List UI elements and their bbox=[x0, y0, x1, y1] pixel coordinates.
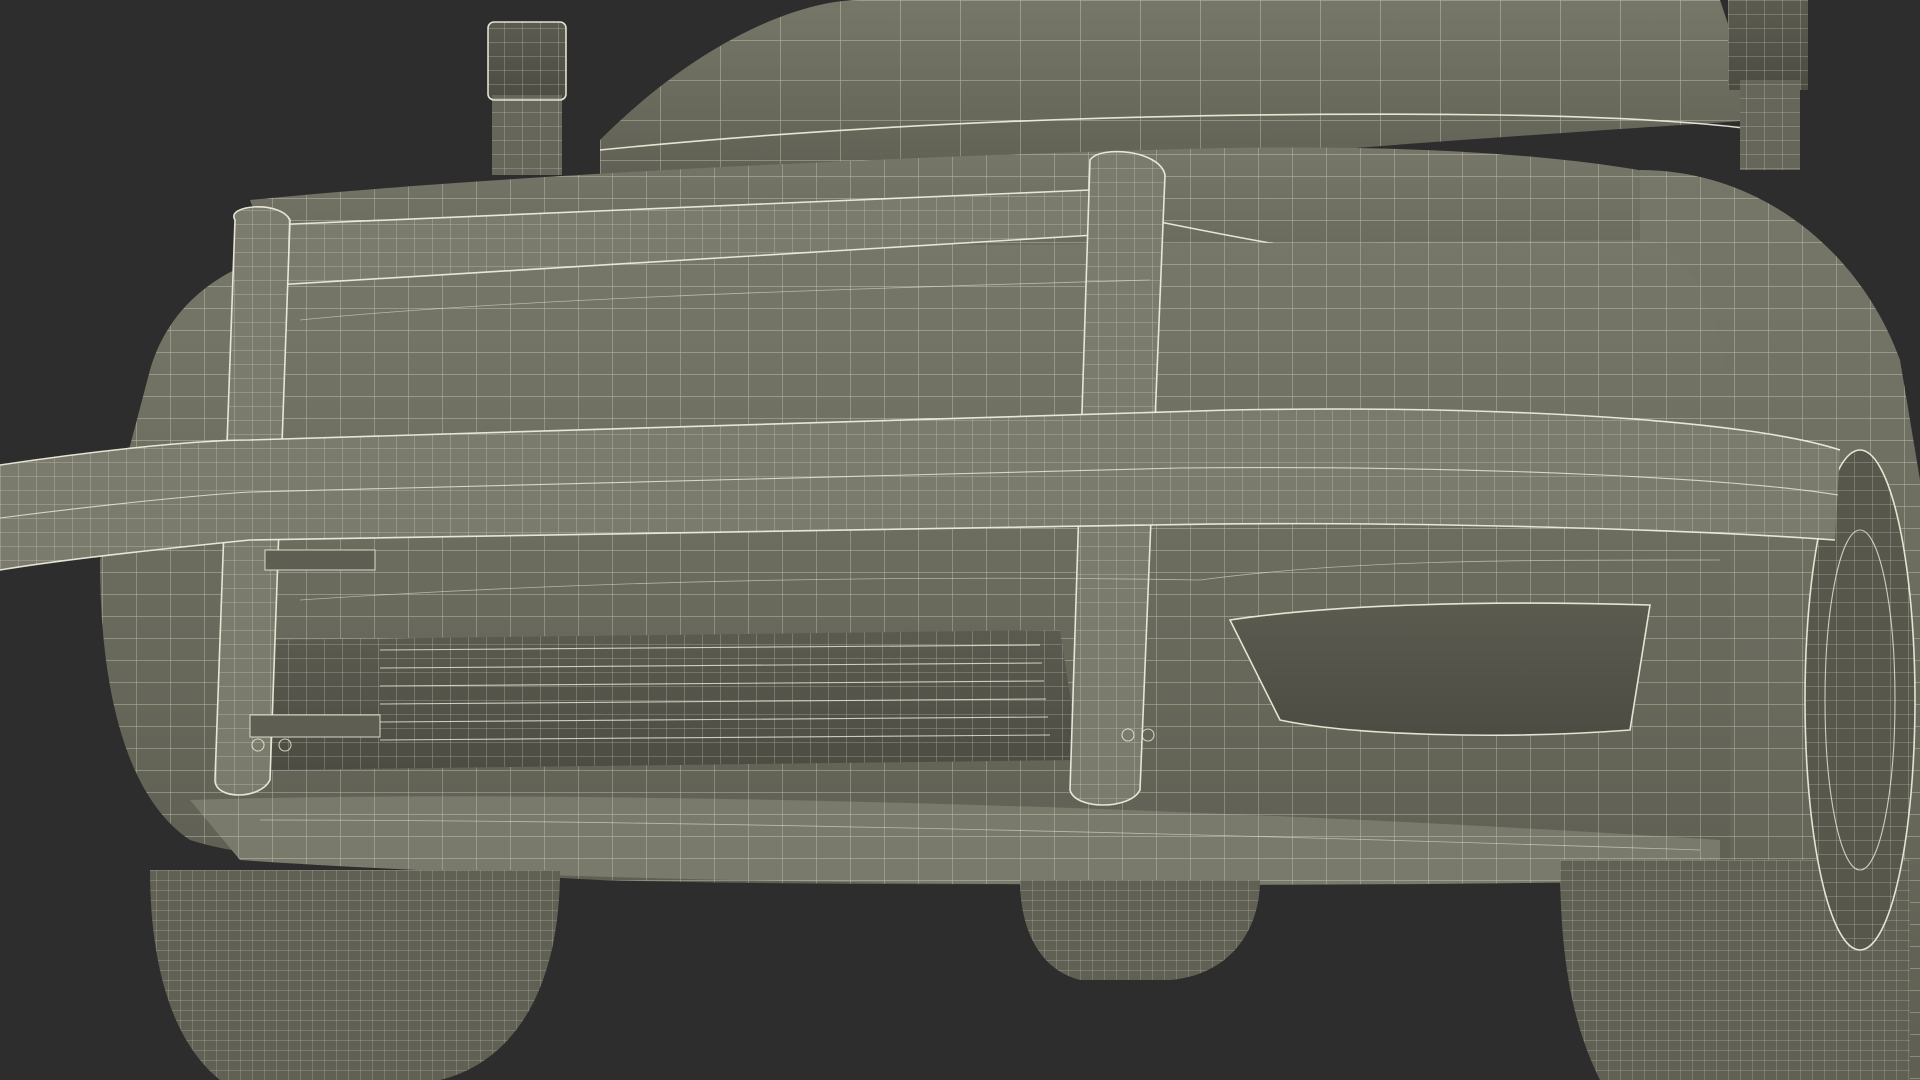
light-bar-left bbox=[487, 21, 567, 175]
wireframe-car-render bbox=[0, 0, 1920, 1080]
light-bar-right bbox=[1728, 0, 1808, 170]
tire-front-left bbox=[150, 870, 560, 1080]
lower-grille bbox=[260, 630, 1080, 770]
air-intake-right bbox=[1228, 602, 1651, 736]
